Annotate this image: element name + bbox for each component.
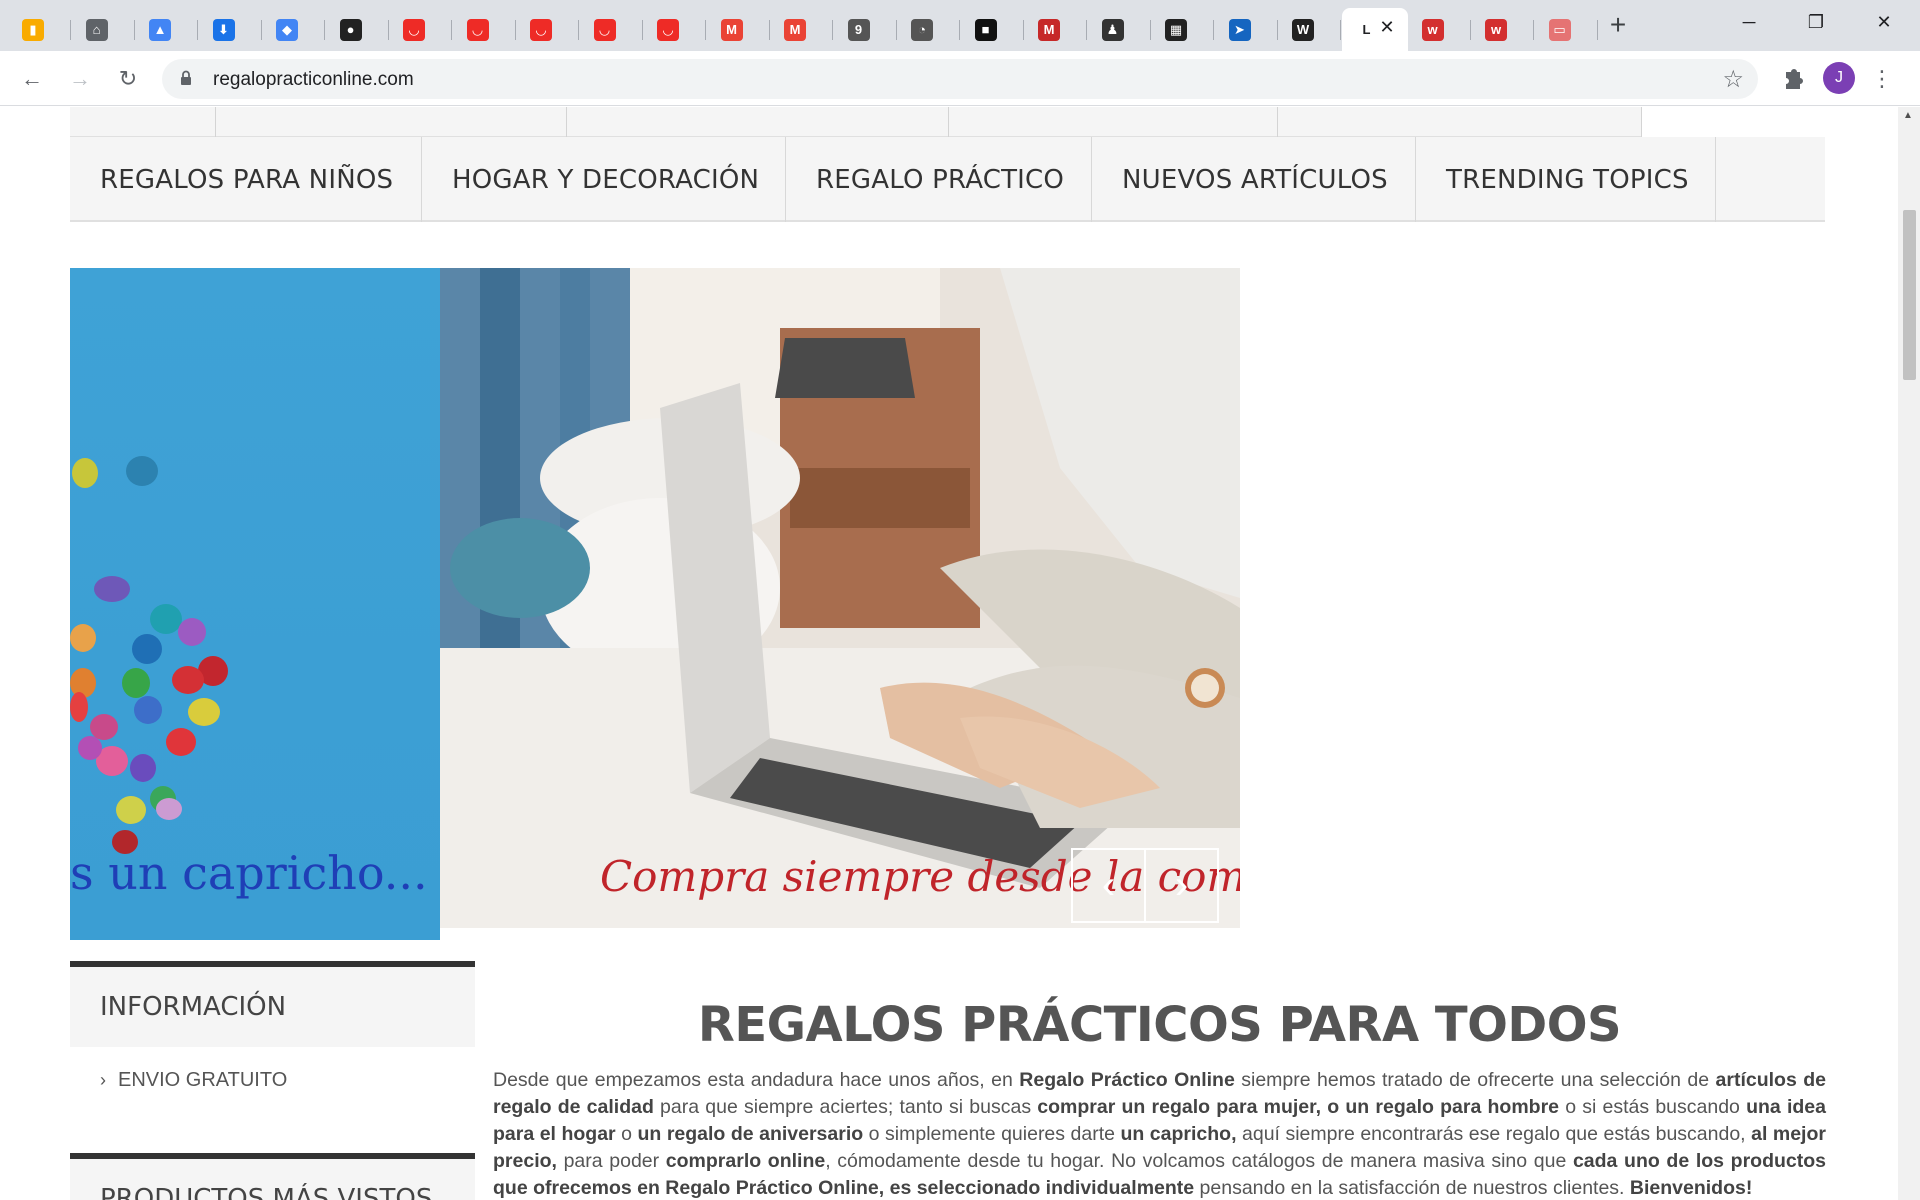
bird-icon: ◔	[911, 18, 933, 41]
browser-tab[interactable]: ⌂	[72, 8, 135, 51]
chevron-right-icon: ›	[100, 1070, 106, 1090]
browser-tab[interactable]: W	[1278, 8, 1341, 51]
browser-toolbar: ← → ↻ regalopracticonline.com ☆ J ⋮	[0, 51, 1920, 106]
chevron-left-icon: ‹	[1101, 863, 1116, 907]
close-tab-icon[interactable]: ✕	[1380, 17, 1395, 38]
reload-button[interactable]: ↻	[112, 63, 144, 95]
extensions-puzzle-icon[interactable]	[1776, 63, 1808, 95]
url-text[interactable]: regalopracticonline.com	[213, 69, 414, 91]
browser-tab[interactable]: w	[1408, 8, 1471, 51]
profile-avatar[interactable]: J	[1823, 62, 1855, 94]
main-content: REGALOS PRÁCTICOS PARA TODOS Desde que e…	[493, 997, 1826, 1200]
page-title: REGALOS PRÁCTICOS PARA TODOS	[697, 997, 1622, 1053]
browser-tab[interactable]: ◡	[389, 8, 452, 51]
forward-button[interactable]: →	[64, 63, 96, 95]
browser-menu-icon[interactable]: ⋮	[1870, 63, 1894, 95]
unsplash-icon: ■	[974, 18, 997, 41]
address-bar[interactable]: regalopracticonline.com ☆	[162, 59, 1758, 99]
analytics-icon: ▮	[22, 18, 44, 41]
shop-icon: ◡	[403, 18, 425, 41]
restore-button[interactable]: ❐	[1793, 8, 1839, 36]
browser-tab[interactable]: ⬇	[199, 8, 262, 51]
nav-item-hogar-decoracion[interactable]: HOGAR Y DECORACIÓN	[422, 137, 786, 222]
image-slider: s un capricho... Compra siempre desde la…	[70, 268, 1240, 940]
page-scrollbar[interactable]: ▲	[1898, 107, 1920, 1200]
back-button[interactable]: ←	[16, 63, 48, 95]
tab-separator	[1596, 20, 1598, 40]
nav-item-regalo-practico[interactable]: REGALO PRÁCTICO	[786, 137, 1092, 222]
gmail-icon: M	[784, 18, 806, 41]
tab-icon-2: ⌂	[85, 18, 108, 41]
browser-tab[interactable]: ◡	[453, 8, 516, 51]
browser-tab[interactable]: ◡	[643, 8, 706, 51]
badge-icon: 9	[847, 18, 870, 41]
tab-separator	[1340, 20, 1341, 40]
slide-laptop-image: Compra siempre desde la comodidad	[440, 268, 1240, 928]
top-nav-partial	[70, 107, 1642, 137]
browser-tab[interactable]: ▦	[1151, 8, 1214, 51]
nav-item-nuevos-articulos[interactable]: NUEVOS ARTÍCULOS	[1092, 137, 1416, 222]
brand-icon: M	[1038, 18, 1060, 41]
w-icon: W	[1292, 18, 1314, 41]
browser-tab[interactable]: ▲	[135, 8, 198, 51]
popular-products-title: PRODUCTOS MÁS VISTOS	[70, 1153, 475, 1200]
close-window-button[interactable]: ✕	[1861, 8, 1907, 36]
browser-tab[interactable]: ◔	[897, 8, 960, 51]
chevron-right-icon: ›	[1174, 863, 1189, 907]
browser-tab[interactable]: ●	[326, 8, 389, 51]
browser-tab[interactable]: M	[770, 8, 833, 51]
new-tab-button[interactable]: +	[1602, 10, 1634, 42]
slide-left-caption: s un capricho...	[70, 846, 428, 900]
slider-prev-button[interactable]: ‹	[1071, 848, 1146, 923]
envio-gratuito-label: ENVIO GRATUITO	[118, 1069, 288, 1091]
w-circle-icon: w	[1485, 18, 1507, 41]
film-icon: ▦	[1165, 18, 1187, 41]
w-red-icon: w	[1421, 18, 1444, 41]
minimize-button[interactable]: ─	[1726, 8, 1772, 36]
browser-tab[interactable]: ♟	[1088, 8, 1151, 51]
browser-tab-strip: ▮ ⌂ ▲ ⬇ ◆ ● ◡ ◡ ◡ ◡ ◡ M M 9 ◔ ■ M ♟ ▦ ➤ W L ✕ w w ▭ + ─ ❐ ✕	[0, 0, 1920, 51]
scroll-up-arrow-icon[interactable]: ▲	[1903, 110, 1913, 121]
browser-tab[interactable]: ▮	[8, 8, 71, 51]
browser-tab[interactable]: ➤	[1215, 8, 1278, 51]
slider-next-button[interactable]: ›	[1144, 848, 1219, 923]
browser-tab[interactable]: ◡	[580, 8, 643, 51]
browser-tab[interactable]: M	[707, 8, 770, 51]
shop-icon: ◡	[530, 18, 552, 41]
web-page: REGALOS PARA NIÑOS HOGAR Y DECORACIÓN RE…	[0, 107, 1898, 1200]
envio-gratuito-link[interactable]: › ENVIO GRATUITO	[100, 1069, 475, 1092]
slide-balloons-image: s un capricho...	[70, 268, 440, 940]
lock-icon[interactable]	[180, 70, 192, 86]
arrow-icon: ➤	[1228, 18, 1251, 41]
info-widget-title: INFORMACIÓN	[70, 961, 475, 1047]
browser-tab[interactable]: ◡	[516, 8, 579, 51]
browser-tab[interactable]: ■	[961, 8, 1024, 51]
diamond-icon: ◆	[276, 18, 298, 41]
main-navigation: REGALOS PARA NIÑOS HOGAR Y DECORACIÓN RE…	[70, 137, 1825, 222]
figure-icon: ♟	[1101, 18, 1124, 41]
bookmark-star-icon[interactable]: ☆	[1722, 65, 1744, 94]
google-ads-icon: ▲	[149, 18, 171, 41]
browser-tab[interactable]: w	[1471, 8, 1534, 51]
hat-icon: ●	[339, 18, 362, 41]
browser-tab[interactable]: 9	[834, 8, 897, 51]
download-icon: ⬇	[212, 18, 235, 41]
sidebar: INFORMACIÓN › ENVIO GRATUITO PRODUCTOS MÁ…	[70, 961, 475, 1200]
scrollbar-thumb[interactable]	[1903, 210, 1916, 380]
info-widget-list: › ENVIO GRATUITO	[70, 1047, 475, 1153]
browser-tab[interactable]: ◆	[262, 8, 325, 51]
shop-icon: ◡	[593, 18, 616, 41]
shop-icon: ◡	[466, 18, 489, 41]
browser-tab[interactable]: M	[1024, 8, 1087, 51]
intro-paragraph: Desde que empezamos esta andadura hace u…	[493, 1069, 1826, 1199]
shop-icon: ◡	[657, 18, 679, 41]
browser-tab-active[interactable]: L ✕	[1341, 8, 1408, 51]
browser-tab[interactable]: ▭	[1535, 8, 1598, 51]
site-icon: ▭	[1548, 18, 1571, 41]
laptop-photo	[440, 268, 1240, 928]
nav-item-trending-topics[interactable]: TRENDING TOPICS	[1416, 137, 1716, 222]
nav-item-regalos-ninos[interactable]: REGALOS PARA NIÑOS	[70, 137, 422, 222]
gmail-icon: M	[720, 18, 743, 41]
active-tab-icon: L	[1362, 22, 1371, 37]
